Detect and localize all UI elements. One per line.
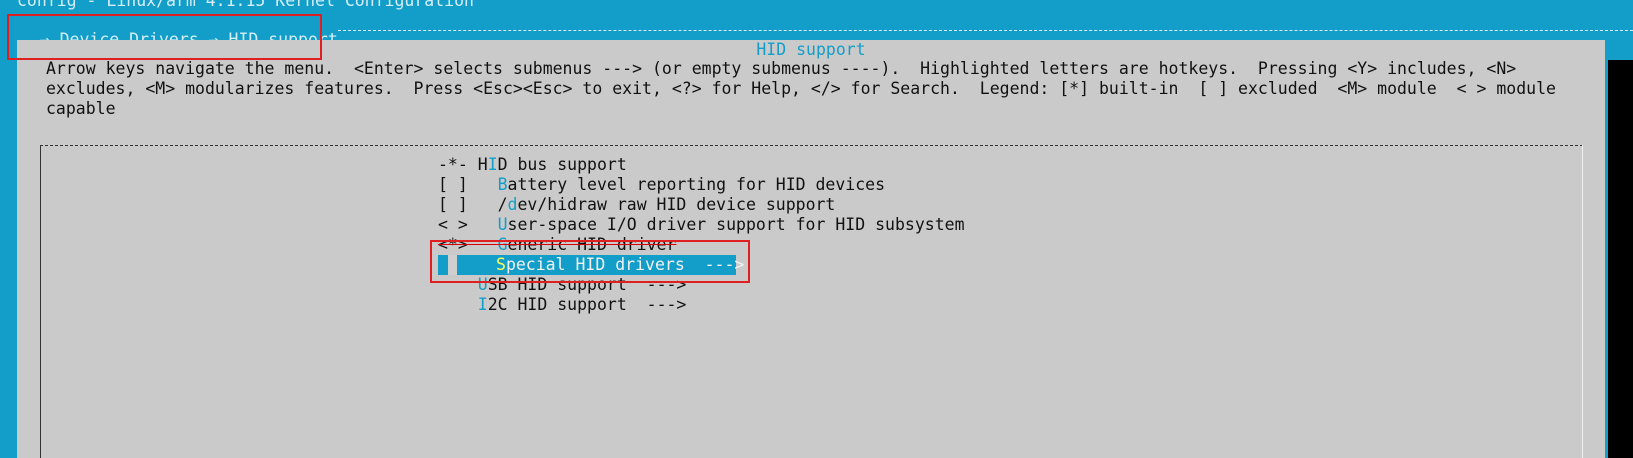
instructions-text: Arrow keys navigate the menu. <Enter> se…	[46, 59, 1586, 119]
item-pre: H	[477, 155, 488, 174]
hotkey-letter: U	[497, 215, 508, 234]
menu-item-hidraw[interactable]: [ ] /dev/hidraw raw HID device support	[438, 195, 965, 215]
item-label: 2C HID support --->	[487, 295, 687, 314]
item-prefix: < >	[438, 215, 498, 234]
item-prefix	[438, 295, 478, 314]
hotkey-letter: I	[477, 295, 488, 314]
menu-list: -*- HID bus support [ ] Battery level re…	[438, 155, 965, 315]
item-prefix: [ ]	[438, 195, 498, 214]
menu-item-hid-bus-support[interactable]: -*- HID bus support	[438, 155, 965, 175]
item-label: ser-space I/O driver support for HID sub…	[507, 215, 965, 234]
hotkey-letter: d	[507, 195, 518, 214]
menu-box-border-right	[1582, 145, 1583, 458]
item-label: D bus support	[497, 155, 627, 174]
instructions-line: capable	[46, 99, 116, 118]
menu-box-border-top	[40, 145, 1583, 146]
breadcrumb-rule	[338, 30, 1633, 31]
hotkey-letter: B	[497, 175, 508, 194]
menu-box-border-left	[40, 145, 41, 458]
annotation-box-breadcrumb	[7, 14, 322, 60]
menu-item-battery-level[interactable]: [ ] Battery level reporting for HID devi…	[438, 175, 965, 195]
annotation-box-selected-item	[430, 240, 750, 283]
item-label: attery level reporting for HID devices	[507, 175, 886, 194]
menu-item-i2c-hid-support[interactable]: I2C HID support --->	[438, 295, 965, 315]
hotkey-letter: I	[487, 155, 498, 174]
item-prefix: [ ]	[438, 175, 498, 194]
instructions-line: excludes, <M> modularizes features. Pres…	[46, 79, 1556, 98]
terminal-window: config - Linux/arm 4.1.15 Kernel Configu…	[0, 0, 1633, 458]
item-label: ev/hidraw raw HID device support	[517, 195, 836, 214]
dialog-shadow	[1608, 60, 1633, 458]
item-prefix: -*-	[438, 155, 478, 174]
item-pre: /	[497, 195, 508, 214]
instructions-line: Arrow keys navigate the menu. <Enter> se…	[46, 59, 1517, 78]
menu-item-user-space-io[interactable]: < > User-space I/O driver support for HI…	[438, 215, 965, 235]
